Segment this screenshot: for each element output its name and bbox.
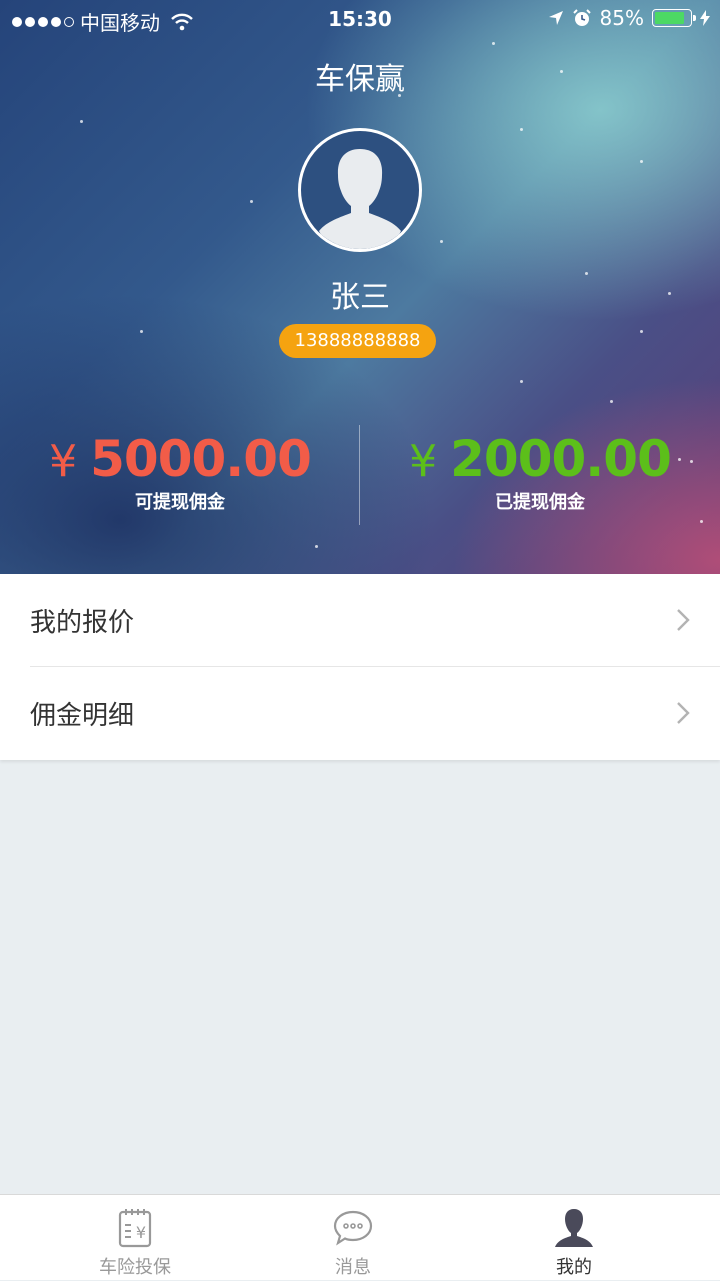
tab-label: 我的 <box>556 1257 592 1278</box>
chat-bubble-icon <box>333 1210 373 1246</box>
location-arrow-icon <box>548 11 563 25</box>
battery-percent: 85% <box>599 6 644 30</box>
tab-me[interactable]: 我的 <box>454 1195 694 1281</box>
tab-bar: ¥ 车险投保 消息 我的 <box>0 1194 720 1280</box>
withdrawn-label: 已提现佣金 <box>495 492 585 513</box>
currency-symbol: ¥ <box>409 436 437 487</box>
menu-item-commission-details[interactable]: 佣金明细 <box>0 667 720 759</box>
menu-item-label: 我的报价 <box>30 607 135 638</box>
chevron-right-icon <box>677 609 690 631</box>
alarm-clock-icon <box>572 9 591 26</box>
user-silhouette-icon <box>319 149 401 249</box>
svg-text:¥: ¥ <box>136 1223 146 1242</box>
withdrawable-commission[interactable]: ¥5000.00 可提现佣金 <box>0 430 360 514</box>
phone-number-badge: 13888888888 <box>279 324 436 358</box>
menu-item-label: 佣金明细 <box>30 700 135 731</box>
status-bar: 中国移动 15:30 85% <box>0 0 720 38</box>
amount-value: 2000.00 <box>450 430 672 488</box>
tab-label: 车险投保 <box>99 1257 171 1278</box>
withdrawable-label: 可提现佣金 <box>135 492 225 513</box>
menu-item-my-quotes[interactable]: 我的报价 <box>0 574 720 666</box>
user-name: 张三 <box>330 280 390 315</box>
tab-label: 消息 <box>335 1257 371 1278</box>
avatar[interactable] <box>298 128 422 252</box>
insurance-document-icon: ¥ <box>118 1209 152 1248</box>
chevron-right-icon <box>677 702 690 724</box>
charging-bolt-icon <box>700 10 710 26</box>
battery-icon <box>652 9 696 27</box>
tab-messages[interactable]: 消息 <box>233 1195 473 1281</box>
amount-value: 5000.00 <box>90 430 312 488</box>
page-title: 车保赢 <box>315 62 405 97</box>
withdrawn-amount: ¥2000.00 <box>360 430 720 488</box>
user-icon <box>555 1209 593 1247</box>
battery-level <box>655 12 684 24</box>
tab-insurance[interactable]: ¥ 车险投保 <box>15 1195 255 1281</box>
currency-symbol: ¥ <box>49 436 77 487</box>
withdrawable-amount: ¥5000.00 <box>0 430 360 488</box>
menu-list: 我的报价 佣金明细 <box>0 574 720 760</box>
withdrawn-commission[interactable]: ¥2000.00 已提现佣金 <box>360 430 720 514</box>
